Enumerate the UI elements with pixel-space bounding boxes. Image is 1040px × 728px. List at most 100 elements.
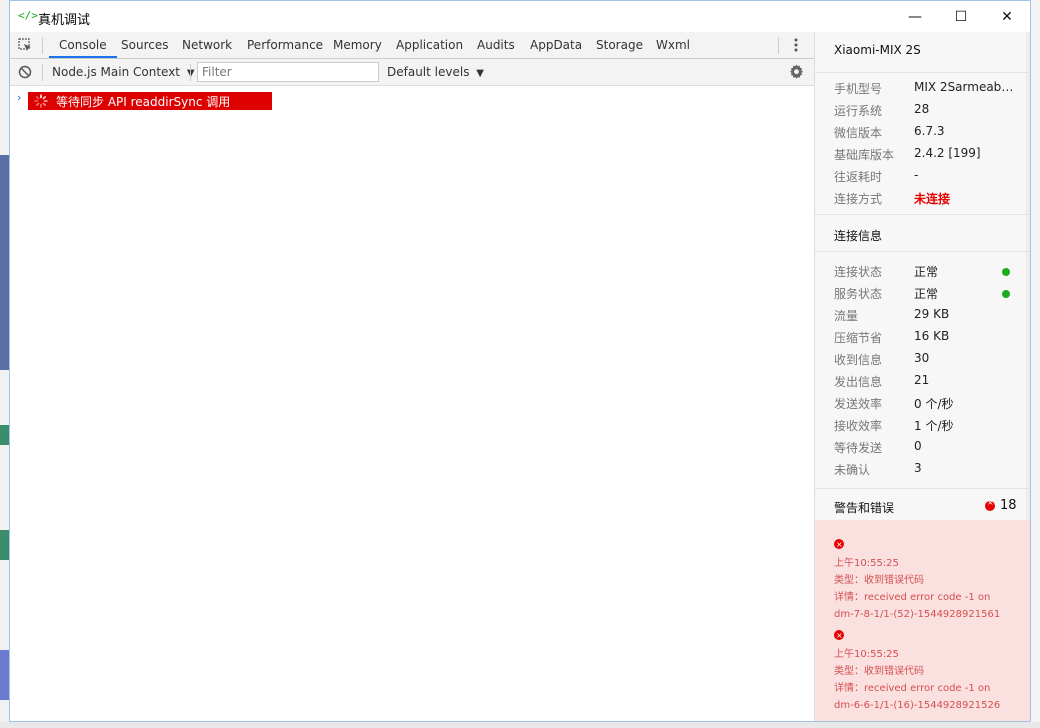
tab-performance[interactable]: Performance	[237, 32, 333, 58]
error-detail: 详情：received error code -1 on	[834, 683, 991, 694]
tab-audits[interactable]: Audits	[467, 32, 525, 58]
toolbar-separator	[42, 64, 43, 81]
device-info-panel: Xiaomi-MIX 2S 手机型号 MIX 2Sarmeabi-... 运行系统 2…	[814, 32, 1030, 721]
tab-storage[interactable]: Storage	[586, 32, 653, 58]
info-row: 基础库版本 2.4.2 [199]	[834, 146, 1014, 164]
info-label: 接收效率	[834, 419, 883, 433]
title-bar[interactable]: </> 真机调试 — ☐ ✕	[10, 1, 1030, 32]
error-count: 18	[1000, 498, 1017, 513]
info-label: 连接状态	[834, 265, 883, 279]
error-entry: 上午10:55:25 类型：收到错误代码 详情：received error c…	[834, 627, 1024, 714]
info-value: -	[914, 168, 919, 182]
info-value: 3	[914, 461, 922, 475]
error-detail: 详情：received error code -1 on	[834, 592, 991, 603]
info-row: 等待发送 0	[834, 439, 1014, 457]
clear-console-icon[interactable]	[18, 65, 32, 79]
info-row: 流量 29 KB	[834, 307, 1014, 325]
info-label: 运行系统	[834, 104, 883, 118]
info-value: 29 KB	[914, 307, 950, 321]
minimize-button[interactable]: —	[892, 1, 938, 32]
info-row: 发出信息 21	[834, 373, 1014, 391]
tab-network[interactable]: Network	[172, 32, 242, 58]
info-value: 正常	[914, 287, 939, 301]
tabbar-separator	[778, 37, 779, 54]
devtools-tabbar: Console Sources Network Performance Memory Ap…	[10, 32, 814, 59]
maximize-icon: ☐	[954, 8, 968, 25]
info-value: MIX 2Sarmeabi-...	[914, 80, 1014, 94]
info-label: 流量	[834, 309, 859, 323]
info-value: 0 个/秒	[914, 397, 954, 411]
info-value: 21	[914, 373, 930, 387]
console-output[interactable]: › 等待同步 API readdirSync 调用	[10, 86, 814, 721]
error-list[interactable]: 上午10:55:25 类型：收到错误代码 详情：received error c…	[815, 520, 1030, 721]
status-dot-icon	[1002, 268, 1010, 276]
devtools-pane: Console Sources Network Performance Memory Ap…	[10, 32, 814, 721]
divider	[815, 72, 1030, 73]
info-row: 手机型号 MIX 2Sarmeabi-...	[834, 80, 1014, 98]
toolbar-separator	[190, 64, 191, 81]
connection-info-title: 连接信息	[834, 229, 883, 243]
close-icon: ✕	[1001, 8, 1013, 25]
info-label: 发出信息	[834, 375, 883, 389]
info-value: 未连接	[914, 192, 951, 206]
info-label: 未确认	[834, 463, 871, 477]
spinner-icon	[34, 94, 48, 108]
device-name: Xiaomi-MIX 2S	[834, 43, 921, 57]
info-row: 收到信息 30	[834, 351, 1014, 369]
minimize-icon: —	[908, 8, 922, 25]
info-row: 连接方式 未连接	[834, 190, 1014, 208]
info-row: 压缩节省 16 KB	[834, 329, 1014, 347]
tab-memory[interactable]: Memory	[323, 32, 392, 58]
console-message[interactable]: 等待同步 API readdirSync 调用	[28, 92, 272, 110]
info-row: 未确认 3	[834, 461, 1014, 479]
tab-sources[interactable]: Sources	[111, 32, 178, 58]
context-selector[interactable]: Node.js Main Context ▼	[52, 65, 195, 79]
background-app-right	[1031, 0, 1040, 728]
console-prompt-icon: ›	[17, 91, 22, 104]
error-detail-id: dm-7-8-1/1-(52)-1544928921561	[834, 609, 1001, 620]
info-label: 往返耗时	[834, 170, 883, 184]
status-dot-icon	[1002, 290, 1010, 298]
gear-icon[interactable]	[789, 64, 804, 79]
maximize-button[interactable]: ☐	[938, 1, 984, 32]
info-row: 运行系统 28	[834, 102, 1014, 120]
window-title: 真机调试	[38, 13, 91, 28]
info-label: 手机型号	[834, 82, 883, 96]
info-value: 2.4.2 [199]	[914, 146, 981, 160]
levels-label: Default levels	[387, 65, 470, 79]
info-value: 28	[914, 102, 930, 116]
info-value: 0	[914, 439, 922, 453]
info-value: 1 个/秒	[914, 419, 954, 433]
context-label: Node.js Main Context	[52, 65, 181, 79]
info-value: 16 KB	[914, 329, 950, 343]
info-row: 接收效率 1 个/秒	[834, 417, 1014, 435]
divider	[815, 251, 1030, 252]
close-button[interactable]: ✕	[984, 1, 1030, 32]
info-label: 连接方式	[834, 192, 883, 206]
tab-console[interactable]: Console	[49, 32, 117, 58]
info-label: 基础库版本	[834, 148, 895, 162]
tab-application[interactable]: Application	[386, 32, 473, 58]
console-toolbar: Node.js Main Context ▼ Default levels ▼	[10, 59, 814, 86]
console-message-text: 等待同步 API readdirSync 调用	[56, 94, 231, 109]
error-time: 上午10:55:25	[834, 558, 899, 569]
tab-appdata[interactable]: AppData	[520, 32, 592, 58]
error-type: 类型：收到错误代码	[834, 575, 924, 586]
info-value: 6.7.3	[914, 124, 945, 138]
inspect-element-icon[interactable]	[18, 38, 32, 52]
info-row: 微信版本 6.7.3	[834, 124, 1014, 142]
filter-input[interactable]	[197, 62, 379, 82]
log-levels-selector[interactable]: Default levels ▼	[387, 65, 484, 79]
warnings-errors-title: 警告和错误	[834, 501, 895, 515]
info-label: 发送效率	[834, 397, 883, 411]
more-options-icon[interactable]	[791, 37, 801, 53]
error-icon	[834, 627, 1024, 646]
error-entry: 上午10:55:25 类型：收到错误代码 详情：received error c…	[834, 536, 1024, 623]
error-icon	[985, 498, 995, 511]
info-row: 发送效率 0 个/秒	[834, 395, 1014, 413]
tab-wxml[interactable]: Wxml	[646, 32, 700, 58]
code-icon: </>	[18, 9, 38, 22]
remote-debug-window: </> 真机调试 — ☐ ✕ Console Sources Network Perf…	[9, 0, 1031, 722]
background-app-left	[0, 0, 9, 728]
info-value: 正常	[914, 265, 939, 279]
